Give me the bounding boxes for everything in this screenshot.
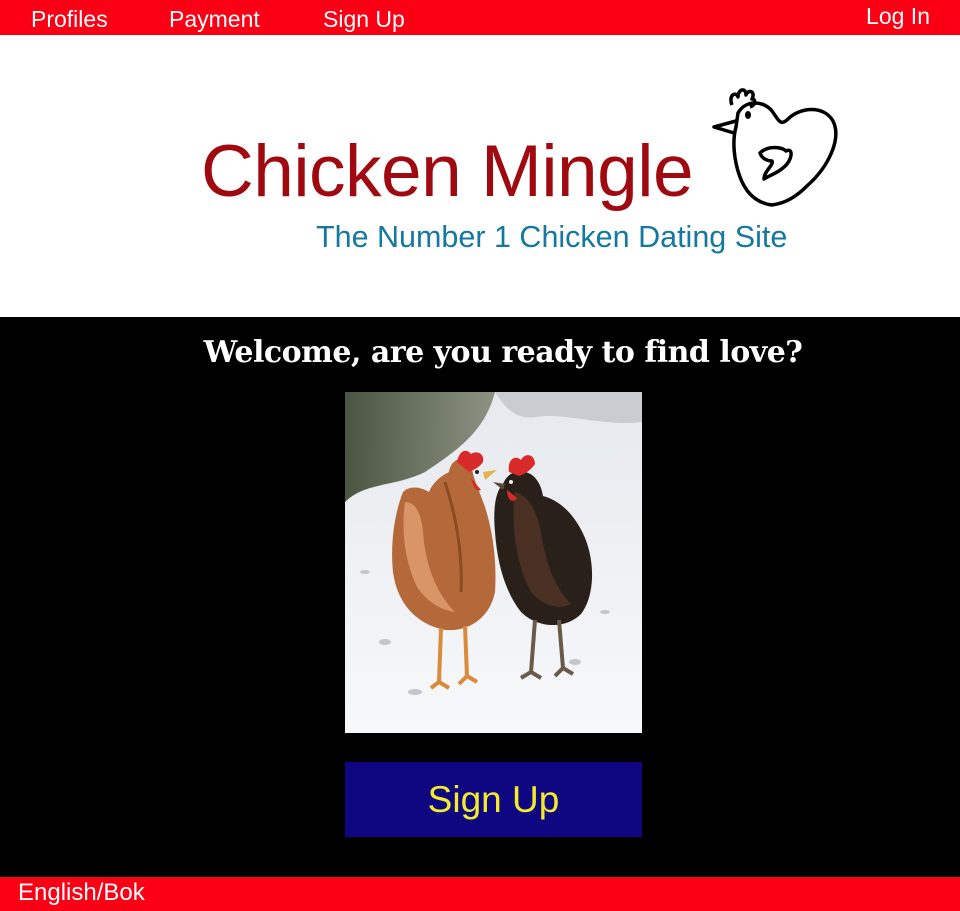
site-footer: English/Bok bbox=[0, 877, 960, 911]
language-selector[interactable]: English/Bok bbox=[18, 879, 145, 907]
nav-payment-link[interactable]: Payment bbox=[169, 6, 260, 33]
chicken-heart-icon bbox=[712, 88, 838, 207]
nav-login-link[interactable]: Log In bbox=[866, 3, 930, 30]
site-tagline: The Number 1 Chicken Dating Site bbox=[316, 220, 788, 254]
signup-button[interactable]: Sign Up bbox=[345, 762, 642, 837]
nav-signup-link[interactable]: Sign Up bbox=[323, 6, 405, 33]
welcome-heading: Welcome, are you ready to find love? bbox=[203, 335, 803, 370]
site-header: Chicken Mingle The Number 1 Chicken Dati… bbox=[0, 35, 960, 317]
site-title: Chicken Mingle bbox=[201, 131, 694, 212]
nav-profiles-link[interactable]: Profiles bbox=[31, 6, 108, 33]
two-chickens-in-snow-photo bbox=[345, 392, 642, 733]
top-nav: Profiles Payment Sign Up Log In bbox=[0, 0, 960, 35]
main-content: Welcome, are you ready to find love? Sig… bbox=[0, 317, 960, 877]
